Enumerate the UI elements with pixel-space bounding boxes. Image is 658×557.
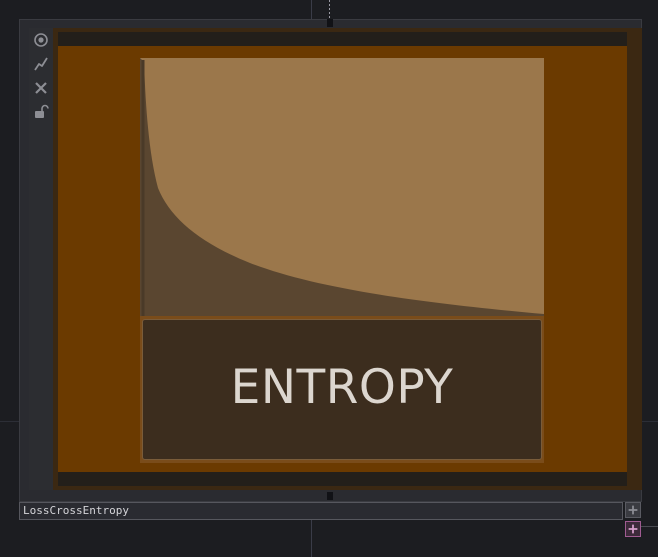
icon-label-box: ENTROPY [142,319,542,460]
bypass-icon[interactable] [33,56,49,72]
lock-icon[interactable] [33,104,49,120]
node-viewer[interactable]: ENTROPY [58,32,627,486]
loss-curve-icon [140,58,544,316]
node-toolbar [29,28,53,490]
input-connector[interactable] [327,19,333,27]
node-name-field[interactable]: LossCrossEntropy [19,502,623,520]
wire-line [641,526,658,527]
entropy-operator-icon: ENTROPY [140,58,544,463]
plus-pink-icon[interactable] [625,521,641,537]
add-icon[interactable] [625,502,641,518]
loss-curve-fill [140,58,544,316]
viewer-bottom-band [58,472,627,486]
viewer-top-band [58,32,627,46]
viewer-toggle-icon[interactable] [33,32,49,48]
close-icon[interactable] [33,80,49,96]
icon-label: ENTROPY [230,360,454,415]
output-connector[interactable] [327,492,333,500]
